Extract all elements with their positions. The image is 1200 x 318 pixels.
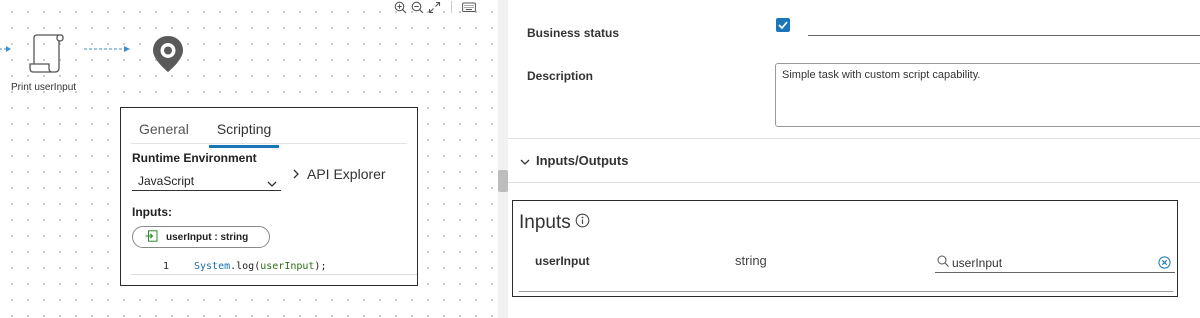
- search-icon: [937, 255, 949, 270]
- input-value-text: userInput: [952, 255, 1003, 270]
- api-explorer-toggle[interactable]: API Explorer: [293, 166, 386, 182]
- code-editor[interactable]: 1 System.log(userInput);: [131, 260, 417, 275]
- chevron-down-icon: [267, 176, 277, 190]
- code-argument: userInput: [260, 261, 315, 272]
- input-chip[interactable]: userInput : string: [132, 226, 270, 248]
- chevron-down-icon: [520, 153, 530, 168]
- code-object: System: [194, 261, 231, 272]
- info-icon[interactable]: [575, 212, 590, 234]
- chevron-right-icon: [293, 166, 299, 182]
- description-textarea[interactable]: Simple task with custom script capabilit…: [775, 63, 1200, 127]
- keyboard-icon[interactable]: [462, 2, 476, 13]
- table-row-divider: [519, 291, 1173, 292]
- tabs-divider: [131, 143, 407, 144]
- section-divider-top: [508, 138, 1200, 139]
- business-status-field[interactable]: [808, 35, 1200, 36]
- inputs-outputs-title: Inputs/Outputs: [536, 153, 629, 168]
- node-label: Print userInput: [11, 82, 77, 93]
- runtime-environment-label: Runtime Environment: [132, 151, 257, 165]
- inputs-table: Inputs userInput string userInput: [512, 200, 1178, 297]
- code-suffix: );: [314, 261, 327, 272]
- workflow-canvas[interactable]: Print userInput General Scripting Runtim…: [0, 0, 498, 318]
- inputs-heading: Inputs: [519, 212, 590, 234]
- business-status-label: Business status: [527, 26, 620, 40]
- code-method: .log(: [230, 261, 261, 272]
- incoming-connector: [0, 46, 11, 52]
- canvas-toolbar: [394, 0, 476, 14]
- input-name: userInput: [535, 254, 590, 268]
- fit-screen-icon[interactable]: [428, 1, 441, 14]
- zoom-in-icon[interactable]: [394, 1, 407, 14]
- script-task-node[interactable]: [28, 32, 66, 74]
- insert-variable-icon: [145, 229, 158, 245]
- section-divider-bottom: [508, 182, 1200, 183]
- inputs-outputs-section-toggle[interactable]: Inputs/Outputs: [520, 153, 628, 168]
- business-status-checkbox[interactable]: [776, 18, 790, 32]
- code-line: System.log(userInput);: [194, 261, 326, 272]
- inputs-label: Inputs:: [132, 205, 172, 219]
- description-label: Description: [527, 69, 594, 83]
- input-value-field[interactable]: userInput: [935, 253, 1175, 273]
- end-node-pin-icon[interactable]: [151, 35, 185, 73]
- checkmark-icon: [778, 16, 788, 34]
- line-number: 1: [163, 261, 170, 272]
- input-type: string: [735, 253, 767, 268]
- toolbar-separator: [451, 1, 452, 13]
- runtime-environment-select[interactable]: JavaScript: [132, 171, 281, 191]
- script-properties-popup: General Scripting Runtime Environment Ja…: [120, 107, 418, 286]
- clear-icon[interactable]: [1158, 256, 1171, 272]
- api-explorer-label: API Explorer: [307, 166, 386, 182]
- divider-grip-handle[interactable]: [498, 170, 508, 192]
- node-connector: [84, 46, 130, 52]
- runtime-environment-value: JavaScript: [138, 174, 195, 188]
- input-chip-label: userInput : string: [166, 231, 249, 243]
- properties-panel: Business status Description Simple task …: [508, 0, 1200, 318]
- pane-divider[interactable]: [498, 0, 508, 318]
- inputs-title: Inputs: [519, 212, 571, 233]
- zoom-out-icon[interactable]: [411, 1, 424, 14]
